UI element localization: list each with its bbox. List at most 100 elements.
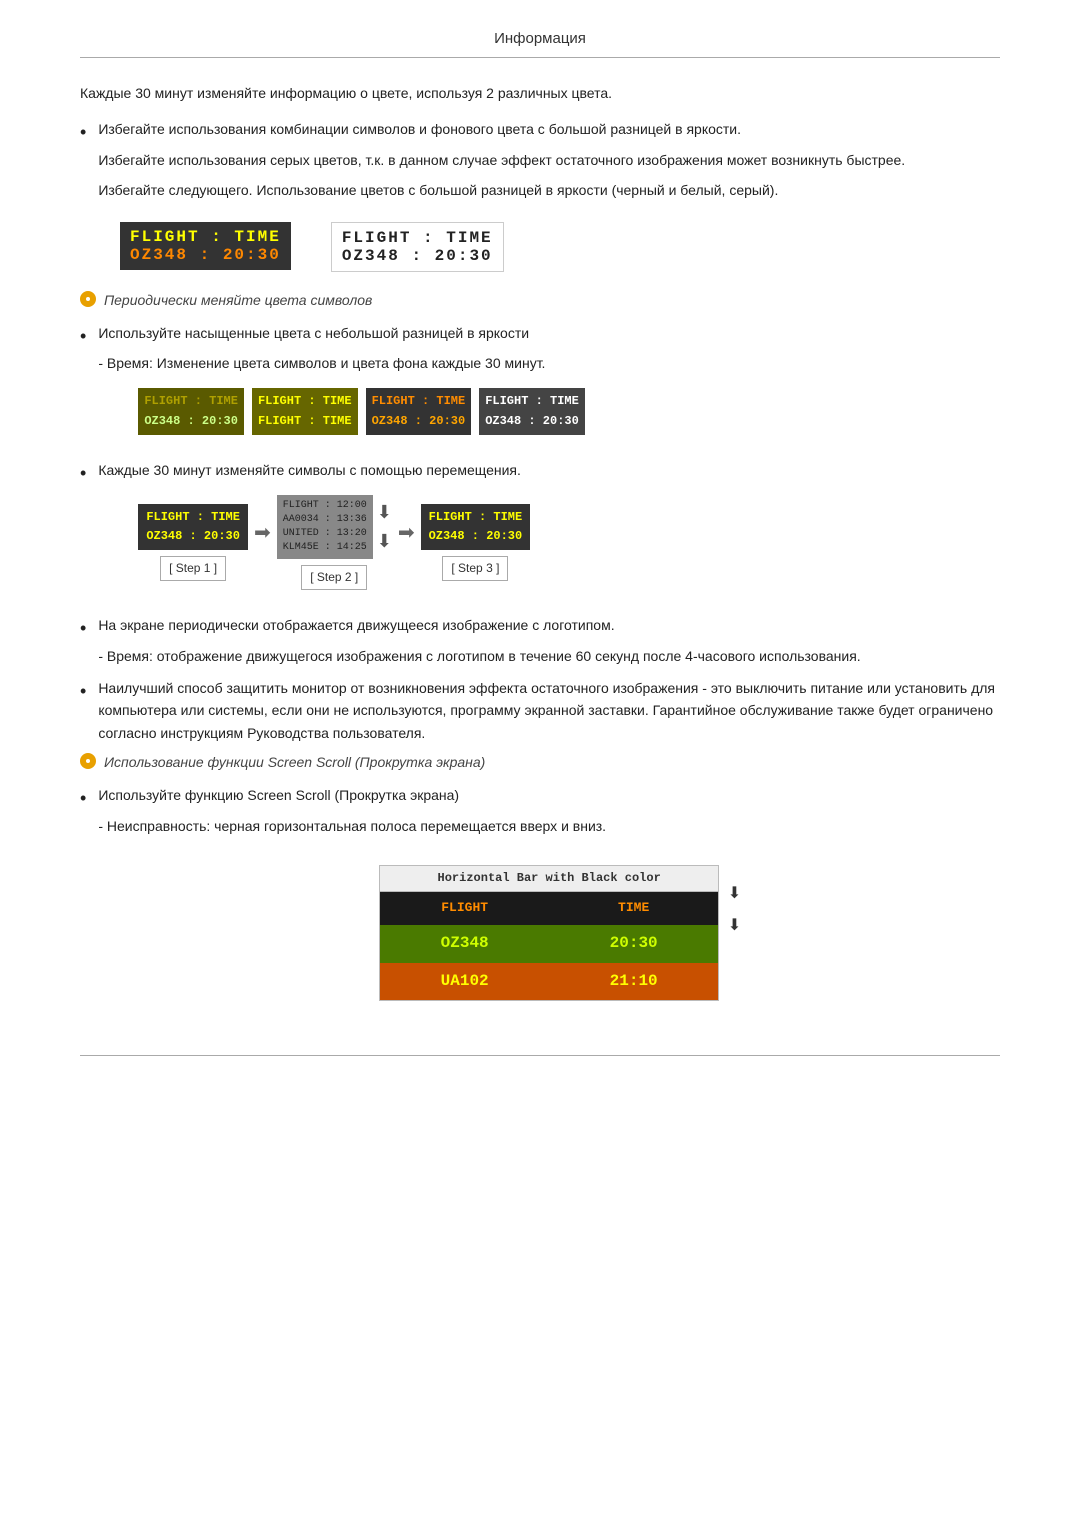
bullet-logo: • На экране периодически отображается дв… xyxy=(80,614,1000,667)
scroll-row1-col2: 20:30 xyxy=(549,925,718,963)
scroll-demo-wrapper: Horizontal Bar with Black color FLIGHT T… xyxy=(98,851,1000,1015)
fc-orange-r1: FLIGHT : TIME xyxy=(372,392,466,411)
scroll-col1-header: FLIGHT xyxy=(380,892,549,925)
step2-line3: UNITED : 13:20 xyxy=(283,527,367,541)
bullet-scroll: • Используйте функцию Screen Scroll (Про… xyxy=(80,784,1000,1015)
step2-line4: KLM45E : 14:25 xyxy=(283,541,367,555)
fc-box-orange: FLIGHT : TIME OZ348 : 20:30 xyxy=(366,388,472,434)
scroll-col2-header: TIME xyxy=(549,892,718,925)
step1-label: [ Step 1 ] xyxy=(160,556,226,581)
demo-light-box: FLIGHT : TIME OZ348 : 20:30 xyxy=(331,222,504,272)
demo-dark-box: FLIGHT : TIME OZ348 : 20:30 xyxy=(120,222,291,270)
bullet-sat-content: Используйте насыщенные цвета с небольшой… xyxy=(98,322,1000,449)
bullet-scroll-content: Используйте функцию Screen Scroll (Прокр… xyxy=(98,784,1000,1015)
arrow-2: ➡ xyxy=(398,517,415,569)
sub-scroll: - Неисправность: черная горизонтальная п… xyxy=(98,815,1000,837)
steps-row: FLIGHT : TIME OZ348 : 20:30 [ Step 1 ] ➡… xyxy=(138,495,1000,590)
bullet-logo-text: На экране периодически отображается движ… xyxy=(98,617,614,633)
fc-box-green: FLIGHT : TIME OZ348 : 20:30 xyxy=(138,388,244,434)
sub-para-1-text: Избегайте использования серых цветов, т.… xyxy=(98,152,905,168)
section3-heading-text: Использование функции Screen Scroll (Про… xyxy=(104,754,485,770)
bullet-sat-text: Используйте насыщенные цвета с небольшой… xyxy=(98,325,529,341)
sub-para-2: Избегайте следующего. Использование цвет… xyxy=(98,179,1000,201)
scroll-demo-relative: Horizontal Bar with Black color FLIGHT T… xyxy=(379,851,719,1015)
bullet-1: • Избегайте использования комбинации сим… xyxy=(80,118,1000,201)
step3-r1: FLIGHT : TIME xyxy=(429,508,523,527)
scroll-row1-col1: OZ348 xyxy=(380,925,549,963)
fc-orange-r2: OZ348 : 20:30 xyxy=(372,412,466,431)
step2-flight: FLIGHT : 12:00 AA0034 : 13:36 UNITED : 1… xyxy=(277,495,373,559)
scroll-row1: OZ348 20:30 xyxy=(380,925,718,963)
fc-box-white: FLIGHT : TIME OZ348 : 20:30 xyxy=(479,388,585,434)
fc-green-r1: FLIGHT : TIME xyxy=(144,392,238,411)
scroll-arrows: ⬇ ⬇ xyxy=(728,881,741,938)
step1-box: FLIGHT : TIME OZ348 : 20:30 [ Step 1 ] xyxy=(138,504,248,582)
fc-white-r2: OZ348 : 20:30 xyxy=(485,412,579,431)
step2-scroll-icon: ⬇⬇ xyxy=(377,498,392,556)
fc-white-r1: FLIGHT : TIME xyxy=(485,392,579,411)
scroll-arrow-down-1: ⬇ xyxy=(728,881,741,907)
demo-boxes: FLIGHT : TIME OZ348 : 20:30 FLIGHT : TIM… xyxy=(120,222,1000,272)
bullet-logo-content: На экране периодически отображается движ… xyxy=(98,614,1000,667)
demo-dark-row2: OZ348 : 20:30 xyxy=(130,246,281,264)
step3-r2: OZ348 : 20:30 xyxy=(429,527,523,546)
bullet-scroll-text: Используйте функцию Screen Scroll (Прокр… xyxy=(98,787,459,803)
bullet-protect: • Наилучший способ защитить монитор от в… xyxy=(80,677,1000,744)
section2-heading-text: Периодически меняйте цвета символов xyxy=(104,292,372,308)
fc-box-yellow: FLIGHT : TIME FLIGHT : TIME xyxy=(252,388,358,434)
step2-line2: AA0034 : 13:36 xyxy=(283,513,367,527)
step1-flight: FLIGHT : TIME OZ348 : 20:30 xyxy=(138,504,248,550)
step2-box: FLIGHT : 12:00 AA0034 : 13:36 UNITED : 1… xyxy=(277,495,392,590)
section-icon-3 xyxy=(80,753,96,769)
step3-label: [ Step 3 ] xyxy=(442,556,508,581)
fc-yellow-r1: FLIGHT : TIME xyxy=(258,392,352,411)
scroll-row2: UA102 21:10 xyxy=(380,963,718,1001)
sub-time: - Время: Изменение цвета символов и цвет… xyxy=(98,352,1000,374)
step2-line1: FLIGHT : 12:00 xyxy=(283,499,367,513)
section2-heading: Периодически меняйте цвета символов xyxy=(80,292,1000,308)
demo-dark-row1: FLIGHT : TIME xyxy=(130,228,281,246)
fc-green-r2: OZ348 : 20:30 xyxy=(144,412,238,431)
sub-time-text: - Время: Изменение цвета символов и цвет… xyxy=(98,355,545,371)
fc-yellow-r2: FLIGHT : TIME xyxy=(258,412,352,431)
scroll-demo-header: Horizontal Bar with Black color xyxy=(380,866,718,892)
scroll-row2-col1: UA102 xyxy=(380,963,549,1001)
scroll-demo-table: Horizontal Bar with Black color FLIGHT T… xyxy=(379,865,719,1001)
intro-text: Каждые 30 минут изменяйте информацию о ц… xyxy=(80,85,612,101)
color-variant-row: FLIGHT : TIME OZ348 : 20:30 FLIGHT : TIM… xyxy=(138,388,1000,434)
page-container: Информация Каждые 30 минут изменяйте инф… xyxy=(0,0,1080,1116)
scroll-row-header: FLIGHT TIME xyxy=(380,892,718,925)
bullet-dot-1: • xyxy=(80,120,86,145)
bullet-dot-logo: • xyxy=(80,616,86,641)
section3-heading: Использование функции Screen Scroll (Про… xyxy=(80,754,1000,770)
bullet-dot-move: • xyxy=(80,461,86,486)
bullet-move-content: Каждые 30 минут изменяйте символы с помо… xyxy=(98,459,1000,605)
step2-label: [ Step 2 ] xyxy=(301,565,367,590)
sub-logo-text: - Время: отображение движущегося изображ… xyxy=(98,648,860,664)
bullet-protect-content: Наилучший способ защитить монитор от воз… xyxy=(98,677,1000,744)
sub-para-2-text: Избегайте следующего. Использование цвет… xyxy=(98,182,778,198)
bullet-sat: • Используйте насыщенные цвета с небольш… xyxy=(80,322,1000,449)
bullet-dot-protect: • xyxy=(80,679,86,704)
section-icon-2 xyxy=(80,291,96,307)
step3-box: FLIGHT : TIME OZ348 : 20:30 [ Step 3 ] xyxy=(421,504,531,582)
sub-para-1: Избегайте использования серых цветов, т.… xyxy=(98,149,1000,171)
page-header: Информация xyxy=(80,30,1000,58)
page-footer-line xyxy=(80,1055,1000,1056)
demo-light-row1: FLIGHT : TIME xyxy=(342,229,493,247)
demo-light-row2: OZ348 : 20:30 xyxy=(342,247,493,265)
step2-inner: FLIGHT : 12:00 AA0034 : 13:36 UNITED : 1… xyxy=(277,495,392,559)
bullet-protect-text: Наилучший способ защитить монитор от воз… xyxy=(98,680,995,741)
sub-scroll-text: - Неисправность: черная горизонтальная п… xyxy=(98,818,606,834)
bullet-1-text: Избегайте использования комбинации симво… xyxy=(98,121,741,137)
scroll-row2-col2: 21:10 xyxy=(549,963,718,1001)
bullet-move: • Каждые 30 минут изменяйте символы с по… xyxy=(80,459,1000,605)
arrow-1: ➡ xyxy=(254,517,271,569)
bullet-dot-scroll: • xyxy=(80,786,86,811)
intro-para: Каждые 30 минут изменяйте информацию о ц… xyxy=(80,82,1000,104)
bullet-move-text: Каждые 30 минут изменяйте символы с помо… xyxy=(98,462,521,478)
page-title: Информация xyxy=(494,30,586,47)
sub-logo: - Время: отображение движущегося изображ… xyxy=(98,645,1000,667)
step1-r1: FLIGHT : TIME xyxy=(146,508,240,527)
bullet-1-content: Избегайте использования комбинации симво… xyxy=(98,118,1000,201)
